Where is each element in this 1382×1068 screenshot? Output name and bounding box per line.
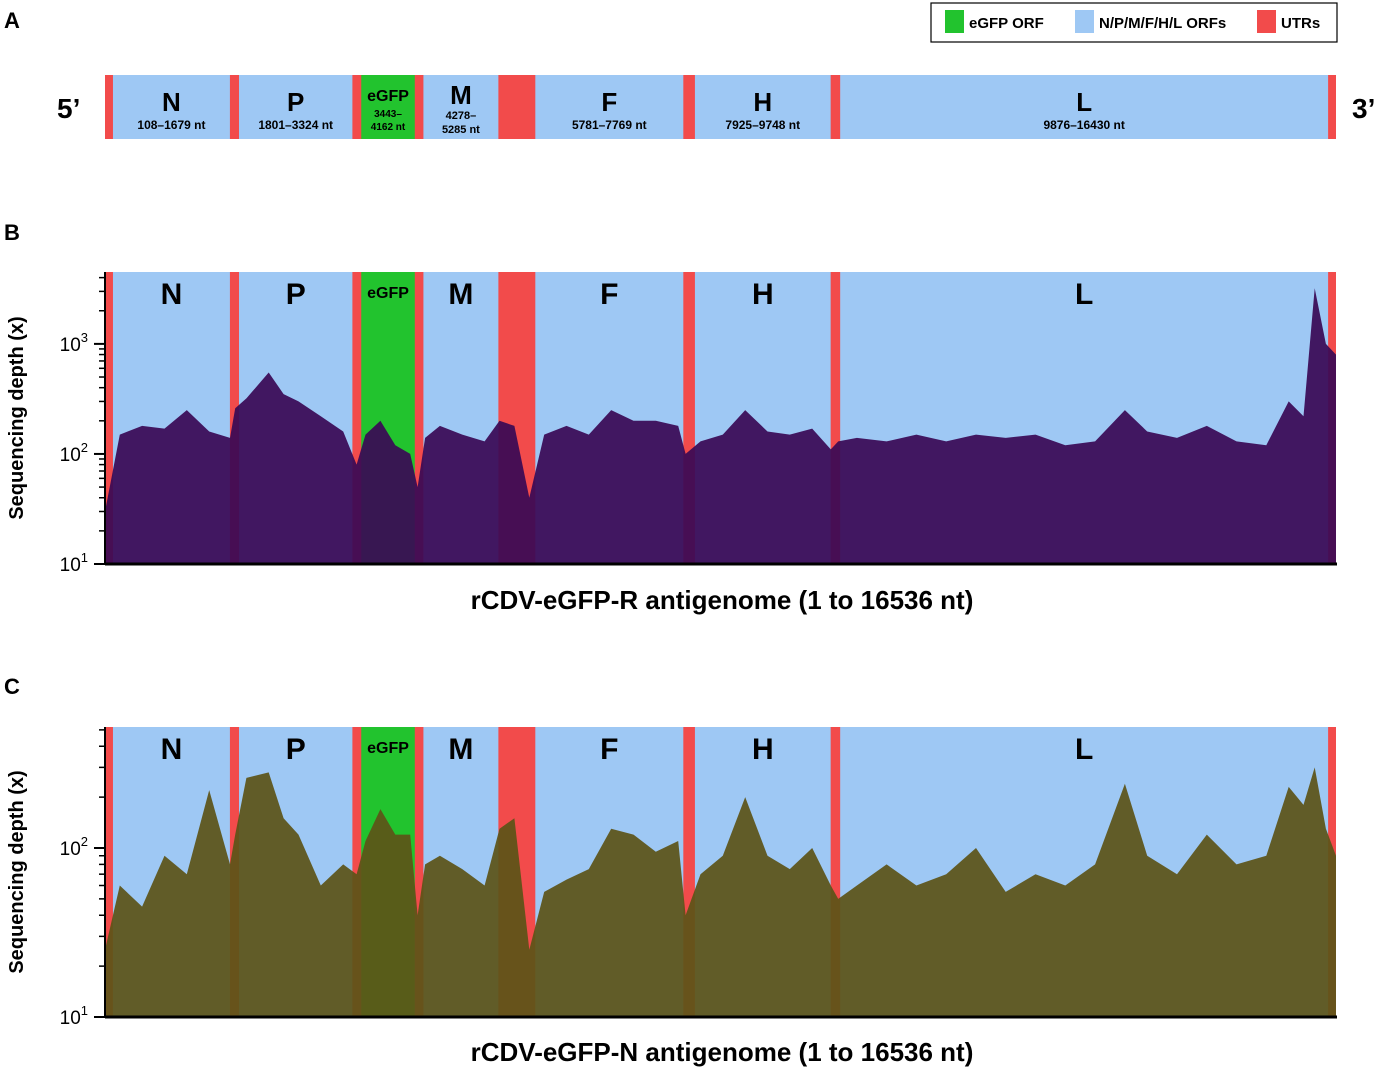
- r-gene-label-egfp: eGFP: [367, 285, 409, 302]
- r-gene-label-h: H: [752, 278, 774, 311]
- x-axis-label-r: rCDV-eGFP-R antigenome (1 to 16536 nt): [471, 585, 974, 615]
- map-gene-name-h: H: [753, 87, 772, 117]
- map-gene-name-l: L: [1076, 87, 1092, 117]
- five-prime-label: 5’: [57, 93, 80, 124]
- legend-swatch-utrs: [1257, 10, 1276, 33]
- map-gene-range-p: 1801–3324 nt: [258, 118, 333, 132]
- n-gene-label-p: P: [286, 733, 306, 766]
- map-gene-range-l: 9876–16430 nt: [1043, 118, 1124, 132]
- r-y-tick-label: 101: [60, 550, 88, 576]
- legend-label-egfp: eGFP ORF: [969, 15, 1044, 32]
- legend-swatch-orfs: [1075, 10, 1094, 33]
- legend-swatch-egfp: [945, 10, 964, 33]
- genome-map: N108–1679 nt P1801–3324 nt eGFP 3443– 4162 n…: [105, 75, 1336, 139]
- figure: A B C eGFP ORF N/P/M/F/H/L ORFs UTRs N10…: [4, 2, 1375, 1067]
- n-gene-label-f: F: [600, 733, 618, 766]
- y-axis-label-r: Sequencing depth (x): [6, 316, 28, 519]
- panel-label-b: B: [4, 220, 20, 245]
- map-gene-name-m: M: [450, 80, 472, 110]
- map-gene-name-f: F: [601, 87, 617, 117]
- r-gene-label-n: N: [161, 278, 183, 311]
- n-gene-label-egfp: eGFP: [367, 740, 409, 757]
- n-gene-label-n: N: [161, 733, 183, 766]
- map-gene-range-egfp-1: 3443–: [374, 109, 402, 120]
- n-gene-label-m: M: [448, 733, 473, 766]
- r-y-tick-label: 102: [60, 440, 88, 466]
- x-axis-label-n: rCDV-eGFP-N antigenome (1 to 16536 nt): [471, 1037, 974, 1067]
- legend: eGFP ORF N/P/M/F/H/L ORFs UTRs: [930, 2, 1338, 43]
- r-gene-label-l: L: [1075, 278, 1093, 311]
- r-gene-label-f: F: [600, 278, 618, 311]
- depth-chart-n: N PeGFP M F H L 101 102: [60, 727, 1337, 1029]
- map-gene-range-f: 5781–7769 nt: [572, 118, 647, 132]
- map-gene-range-m-1: 4278–: [446, 110, 477, 122]
- legend-label-orfs: N/P/M/F/H/L ORFs: [1099, 15, 1226, 32]
- y-axis-label-n: Sequencing depth (x): [6, 770, 28, 973]
- panel-label-c: C: [4, 674, 20, 699]
- map-gene-name-egfp: eGFP: [367, 88, 409, 105]
- r-y-tick-label: 103: [60, 330, 88, 356]
- panel-label-a: A: [4, 8, 20, 33]
- n-gene-label-l: L: [1075, 733, 1093, 766]
- map-gene-name-n: N: [162, 87, 181, 117]
- map-gene-range-egfp-2: 4162 nt: [371, 122, 406, 133]
- depth-chart-r: N PeGFP M F H L 101 102 103: [60, 272, 1337, 576]
- r-gene-label-p: P: [286, 278, 306, 311]
- map-gene-name-p: P: [287, 87, 304, 117]
- legend-label-utrs: UTRs: [1281, 15, 1320, 32]
- map-gene-range-m-2: 5285 nt: [442, 124, 480, 136]
- map-gene-range-n: 108–1679 nt: [137, 118, 205, 132]
- r-gene-label-m: M: [448, 278, 473, 311]
- three-prime-label: 3’: [1352, 93, 1375, 124]
- n-gene-label-h: H: [752, 733, 774, 766]
- map-gene-range-h: 7925–9748 nt: [725, 118, 800, 132]
- n-y-tick-label: 102: [60, 834, 88, 860]
- n-y-tick-label: 101: [60, 1003, 88, 1029]
